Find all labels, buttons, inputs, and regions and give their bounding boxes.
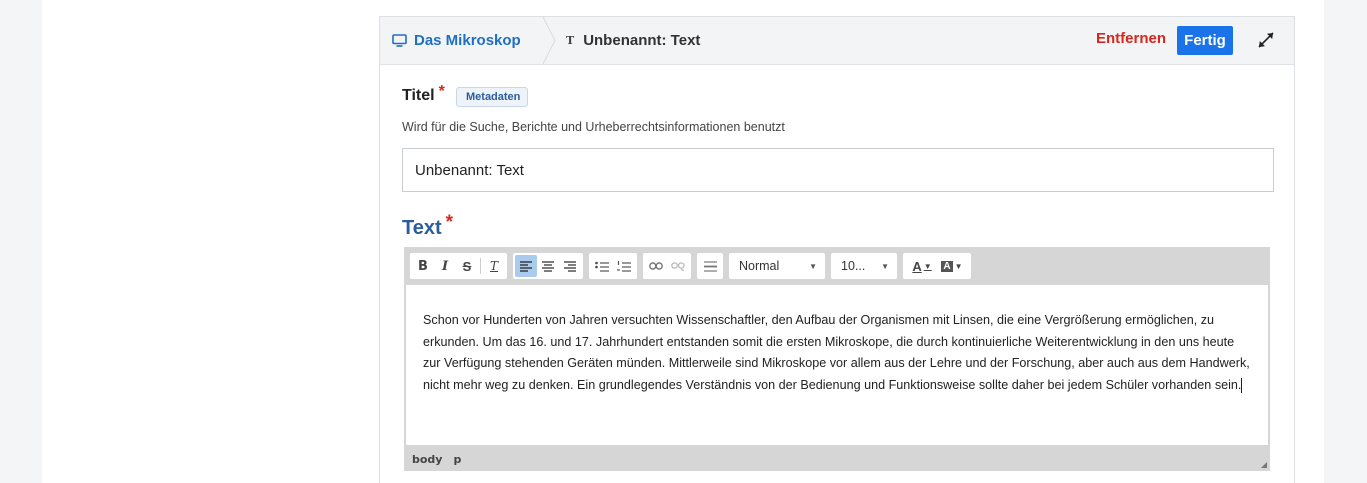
color-group: A ▼ A ▼ [903,253,971,279]
done-button[interactable]: Fertig [1177,26,1233,55]
edit-panel: Das Mikroskop T Unbenannt: Text Entferne… [379,16,1295,483]
panel-header: Das Mikroskop T Unbenannt: Text Entferne… [380,17,1294,65]
chevron-down-icon: ▼ [881,261,889,271]
numbered-list-icon[interactable] [613,255,635,277]
list-group [589,253,637,279]
align-right-icon[interactable] [559,255,581,277]
toolbar-divider [480,258,481,274]
horizontal-rule-icon[interactable] [699,255,721,277]
font-size-select-value: 10... [841,259,866,273]
font-size-select[interactable]: 10... ▼ [831,253,897,279]
bullet-list-icon[interactable] [591,255,613,277]
breadcrumb-root-label: Das Mikroskop [414,32,521,49]
text-label-text: Text [402,217,442,239]
strikethrough-button[interactable]: S [456,255,478,277]
divider-group [697,253,723,279]
background-color-icon: A [941,260,953,272]
title-label: Titel * [402,83,445,105]
expand-icon[interactable] [1255,29,1277,51]
bold-button[interactable]: B [412,255,434,277]
text-type-icon: T [566,34,575,47]
resize-handle-icon[interactable] [1261,462,1267,468]
link-icon[interactable] [645,255,667,277]
font-color-button[interactable]: A ▼ [907,255,937,277]
text-required-mark: * [445,211,454,233]
path-element-p[interactable]: p [453,453,461,466]
editor-content[interactable]: Schon vor Hunderten von Jahren versuchte… [406,285,1268,445]
rich-text-editor: B I S T Normal ▼ 10... ▼ A ▼ A ▼ Schon v… [404,247,1270,471]
editor-path-bar: body p [404,447,1270,471]
text-cursor [1241,377,1243,393]
path-element-body[interactable]: body [412,453,442,466]
format-select[interactable]: Normal ▼ [729,253,825,279]
italic-button[interactable]: I [434,255,456,277]
title-required-mark: * [438,83,445,100]
remove-button[interactable]: Entfernen [1096,30,1166,47]
title-description: Wird für die Suche, Berichte und Urheber… [402,120,785,134]
breadcrumb-current: T Unbenannt: Text [566,17,700,64]
link-group [643,253,691,279]
editor-toolbar: B I S T Normal ▼ 10... ▼ A ▼ A ▼ [404,247,1270,285]
metadata-tag: Metadaten [456,87,529,107]
font-color-icon: A [912,258,922,274]
background-color-button[interactable]: A ▼ [937,255,967,277]
text-style-group: B I S T [410,253,507,279]
align-center-icon[interactable] [537,255,559,277]
title-input[interactable] [402,148,1274,192]
monitor-icon [392,34,407,47]
unlink-icon[interactable] [667,255,689,277]
clear-format-button[interactable]: T [483,255,505,277]
editor-paragraph: Schon vor Hunderten von Jahren versuchte… [423,313,1250,392]
breadcrumb-current-label: Unbenannt: Text [583,32,701,49]
title-label-text: Titel [402,87,435,104]
breadcrumb-root[interactable]: Das Mikroskop [380,17,545,64]
align-left-icon[interactable] [515,255,537,277]
text-label: Text * [402,212,453,240]
breadcrumb-separator [543,17,556,64]
alignment-group [513,253,583,279]
chevron-down-icon: ▼ [809,261,817,271]
format-select-value: Normal [739,259,780,273]
